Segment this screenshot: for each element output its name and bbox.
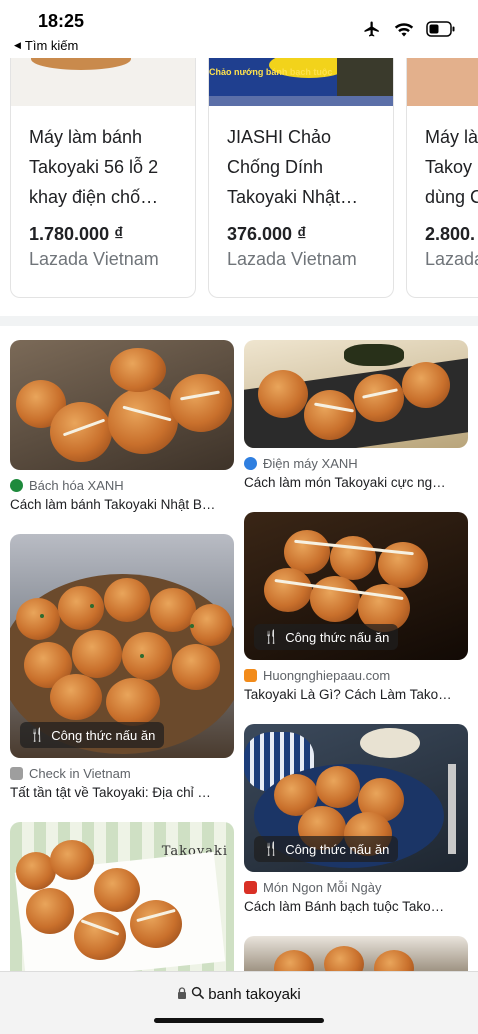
result-source: Điện máy XANH: [244, 456, 468, 471]
product-title: JIASHI Chảo Chống Dính Takoyaki Nhật…: [227, 127, 359, 207]
result-image: [244, 340, 468, 448]
recipe-chip: 🍴 Công thức nấu ăn: [254, 836, 399, 862]
result-image: 🍴 Công thức nấu ăn: [244, 724, 468, 872]
result-source: Bách hóa XANH: [10, 478, 234, 493]
back-label: Tìm kiếm: [24, 38, 79, 53]
product-title: Máy là Takoy dùng C: [425, 127, 478, 207]
product-image: Chảo nướng bánh bạch tuộc: [209, 58, 393, 106]
recipe-chip: 🍴 Công thức nấu ăn: [254, 624, 399, 650]
status-icons: [362, 20, 456, 43]
source-favicon-icon: [10, 767, 23, 780]
result-title: Cách làm món Takoyaki cực ng…: [244, 475, 446, 490]
result-title: Cách làm Bánh bạch tuộc Tako…: [244, 899, 445, 914]
result-title: Cách làm bánh Takoyaki Nhật B…: [10, 497, 216, 512]
status-bar: 18:25 ◀ Tìm kiếm: [0, 0, 478, 58]
source-favicon-icon: [244, 457, 257, 470]
result-image: [10, 340, 234, 470]
image-result[interactable]: 🍴 Công thức nấu ăn Món Ngon Mỗi Ngày Các…: [244, 724, 468, 914]
product-store: Lazada Vietnam: [29, 249, 159, 269]
result-image: [244, 936, 468, 971]
url-text: banh takoyaki: [208, 986, 301, 1003]
airplane-icon: [362, 20, 382, 43]
source-favicon-icon: [10, 479, 23, 492]
result-image: 🍴 Công thức nấu ăn: [244, 512, 468, 660]
battery-icon: [426, 21, 456, 42]
result-image: Takoyaki: [10, 822, 234, 971]
recipe-chip-label: Công thức nấu ăn: [285, 629, 390, 645]
product-image: [11, 58, 195, 106]
source-name: Check in Vietnam: [29, 766, 131, 781]
recipe-chip-label: Công thức nấu ăn: [51, 727, 156, 743]
source-favicon-icon: [244, 881, 257, 894]
result-image: 🍴 Công thức nấu ăn: [10, 534, 234, 758]
back-triangle-icon: ◀: [14, 40, 21, 50]
image-result[interactable]: Điện máy XANH Cách làm món Takoyaki cực …: [244, 340, 468, 490]
product-price: 2.800.: [425, 224, 476, 244]
url-field[interactable]: banh takoyaki: [0, 986, 478, 1003]
product-title: Máy làm bánh Takoyaki 56 lỗ 2 khay điện …: [29, 127, 159, 207]
product-card[interactable]: Chảo nướng bánh bạch tuộc JIASHI Chảo Ch…: [208, 58, 394, 298]
source-name: Huongnghiepaau.com: [263, 668, 391, 683]
shopping-carousel[interactable]: Máy làm bánh Takoyaki 56 lỗ 2 khay điện …: [0, 58, 478, 313]
image-result[interactable]: 🍴 Công thức nấu ăn Check in Vietnam Tất …: [10, 534, 234, 800]
result-source: Check in Vietnam: [10, 766, 234, 781]
product-store: Lazada Vietnam: [227, 249, 357, 269]
back-to-search-link[interactable]: ◀ Tìm kiếm: [14, 38, 78, 53]
image-result[interactable]: Takoyaki: [10, 822, 234, 971]
fork-knife-icon: 🍴: [263, 841, 280, 856]
product-price: 376.000 ₫: [227, 224, 307, 244]
product-card[interactable]: Máy làm bánh Takoyaki 56 lỗ 2 khay điện …: [10, 58, 196, 298]
banner-text: Chảo nướng bánh bạch tuộc: [209, 67, 333, 77]
browser-address-bar[interactable]: banh takoyaki: [0, 971, 478, 1034]
source-name: Điện máy XANH: [263, 456, 358, 471]
product-card[interactable]: Máy là Takoy dùng C 2.800. Lazada: [406, 58, 478, 298]
search-icon: [191, 986, 205, 1003]
result-source: Món Ngon Mỗi Ngày: [244, 880, 468, 895]
result-title: Tất tần tật về Takoyaki: Địa chỉ …: [10, 785, 211, 800]
product-store: Lazada: [425, 249, 478, 269]
recipe-chip-label: Công thức nấu ăn: [285, 841, 390, 857]
image-results-grid[interactable]: Bách hóa XANH Cách làm bánh Takoyaki Nhậ…: [0, 326, 478, 971]
wifi-icon: [394, 21, 414, 42]
product-image: [407, 58, 478, 106]
image-result[interactable]: 🍴 Công thức nấu ăn Huongnghiepaau.com Ta…: [244, 512, 468, 702]
source-name: Bách hóa XANH: [29, 478, 124, 493]
source-name: Món Ngon Mỗi Ngày: [263, 880, 382, 895]
source-favicon-icon: [244, 669, 257, 682]
product-price: 1.780.000 ₫: [29, 224, 124, 244]
fork-knife-icon: 🍴: [29, 727, 46, 742]
result-title: Takoyaki Là Gì? Cách Làm Tako…: [244, 687, 452, 702]
section-divider: [0, 316, 478, 326]
image-result[interactable]: Bách hóa XANH Cách làm bánh Takoyaki Nhậ…: [10, 340, 234, 512]
lock-icon: [177, 986, 187, 1003]
recipe-chip: 🍴 Công thức nấu ăn: [20, 722, 165, 748]
fork-knife-icon: 🍴: [263, 629, 280, 644]
image-result[interactable]: [244, 936, 468, 971]
status-time: 18:25: [38, 11, 85, 31]
result-source: Huongnghiepaau.com: [244, 668, 468, 683]
home-indicator[interactable]: [154, 1018, 324, 1023]
